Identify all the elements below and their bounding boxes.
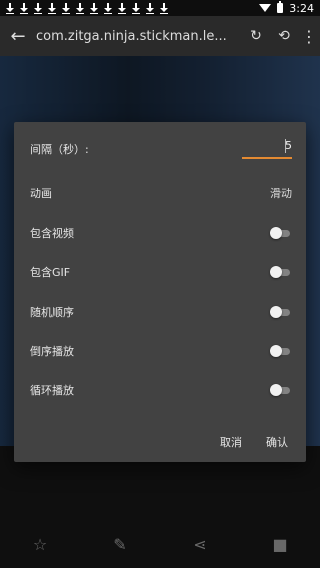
- text-cursor: [285, 139, 286, 153]
- option-label: 循环播放: [30, 384, 74, 397]
- status-right: 3:24: [259, 1, 314, 15]
- status-bar: 3:24: [0, 0, 320, 16]
- rotate-icon[interactable]: ↻: [242, 28, 270, 44]
- interval-input[interactable]: 5: [242, 139, 292, 159]
- download-icon: [34, 3, 42, 14]
- more-icon[interactable]: ⋮: [298, 27, 320, 46]
- download-icon: [90, 3, 98, 14]
- download-icon: [20, 3, 28, 14]
- option-row-reverse[interactable]: 倒序播放: [30, 340, 292, 362]
- animation-value[interactable]: 滑动: [270, 185, 292, 201]
- download-icon: [48, 3, 56, 14]
- option-label: 包含视频: [30, 227, 74, 240]
- animation-row[interactable]: 动画 滑动: [30, 182, 292, 204]
- download-notifications: [6, 3, 168, 14]
- download-icon: [76, 3, 84, 14]
- option-row-random-order[interactable]: 随机顺序: [30, 301, 292, 323]
- back-icon[interactable]: ←: [0, 26, 36, 47]
- option-label: 倒序播放: [30, 345, 74, 358]
- option-label: 随机顺序: [30, 306, 74, 319]
- battery-icon: [277, 1, 284, 13]
- download-icon: [118, 3, 126, 14]
- interval-value: 5: [285, 139, 292, 152]
- download-icon: [6, 3, 14, 14]
- wifi-icon: [259, 4, 272, 12]
- clock: 3:24: [289, 1, 314, 15]
- option-label: 包含GIF: [30, 266, 71, 279]
- option-row-loop[interactable]: 循环播放: [30, 379, 292, 401]
- download-icon: [132, 3, 140, 14]
- download-icon: [104, 3, 112, 14]
- toggle-switch[interactable]: [270, 227, 292, 239]
- interval-label: 间隔（秒）:: [30, 143, 89, 156]
- toggle-switch[interactable]: [270, 345, 292, 357]
- interval-row: 间隔（秒）: 5: [30, 138, 292, 160]
- app-title: com.zitga.ninja.stickman.le...: [36, 28, 227, 44]
- toggle-switch[interactable]: [270, 306, 292, 318]
- option-row-include-video[interactable]: 包含视频: [30, 222, 292, 244]
- screen-rotate-icon[interactable]: ⟲: [270, 28, 298, 44]
- download-icon: [160, 3, 168, 14]
- download-icon: [146, 3, 154, 14]
- app-bar: ← com.zitga.ninja.stickman.le... ↻ ⟲ ⋮: [0, 16, 320, 56]
- option-row-include-gif[interactable]: 包含GIF: [30, 261, 292, 283]
- confirm-button[interactable]: 确认: [266, 434, 288, 450]
- slideshow-dialog: 间隔（秒）: 5 动画 滑动 包含视频 包含GIF 随机顺序 倒序播放 循环播放…: [14, 122, 306, 462]
- toggle-switch[interactable]: [270, 384, 292, 396]
- download-icon: [62, 3, 70, 14]
- dialog-actions: 取消 确认: [220, 434, 288, 450]
- toggle-switch[interactable]: [270, 266, 292, 278]
- cancel-button[interactable]: 取消: [220, 434, 242, 450]
- animation-label: 动画: [30, 187, 52, 200]
